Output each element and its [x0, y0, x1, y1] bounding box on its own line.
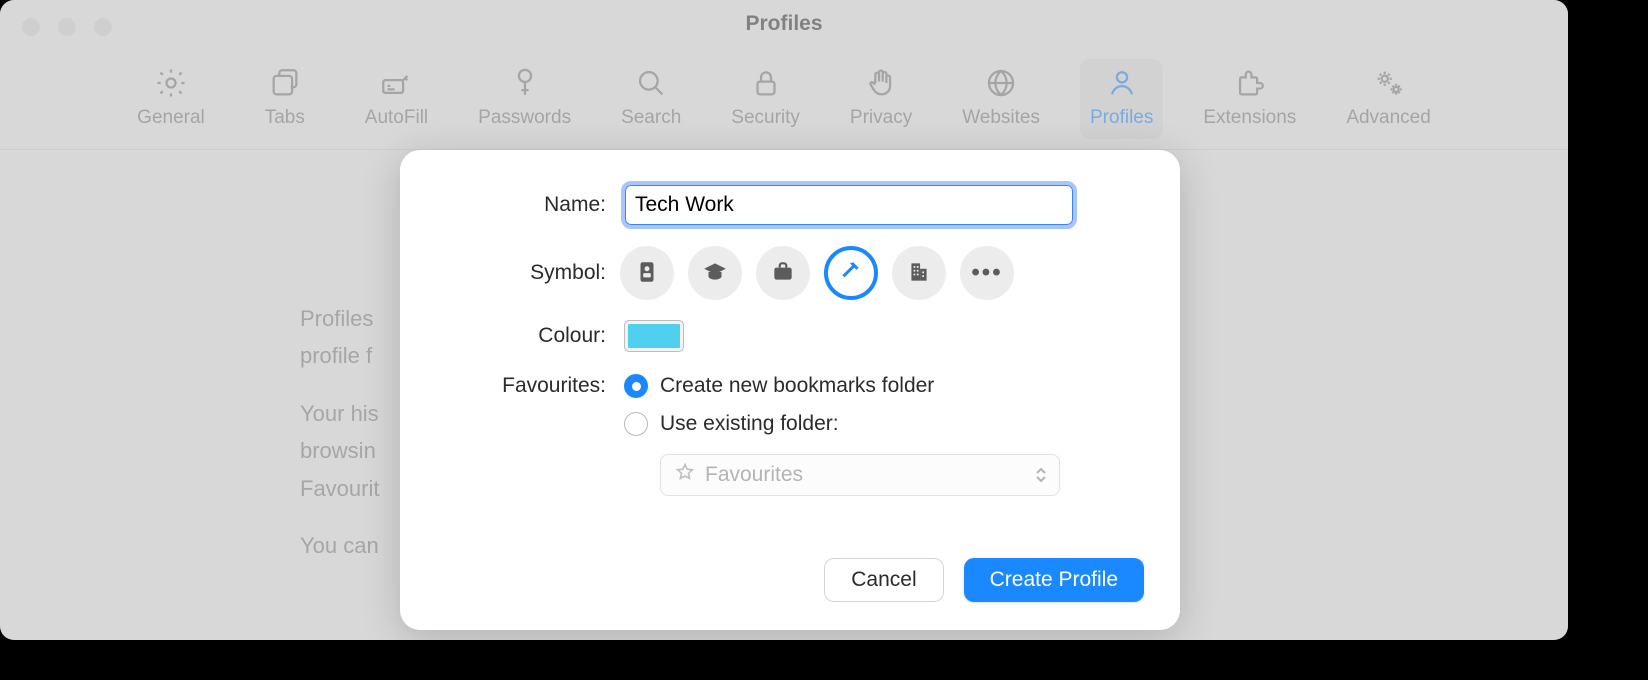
name-label: Name:	[436, 193, 606, 217]
preferences-window: Profiles General Tabs AutoFill	[0, 0, 1568, 640]
favourites-label: Favourites:	[436, 372, 606, 398]
graduation-cap-icon	[702, 259, 728, 288]
symbol-graduation[interactable]	[688, 246, 742, 300]
radio-use-existing-folder[interactable]	[624, 412, 648, 436]
symbol-building[interactable]	[892, 246, 946, 300]
symbol-more[interactable]: •••	[960, 246, 1014, 300]
building-icon	[906, 259, 932, 288]
radio-label: Use existing folder:	[660, 412, 839, 436]
profile-name-input[interactable]	[624, 184, 1074, 226]
existing-folder-select[interactable]: Favourites	[660, 454, 1060, 496]
symbol-picker: •••	[620, 246, 1014, 300]
ellipsis-icon: •••	[971, 259, 1002, 287]
favourites-radio-group: Create new bookmarks folder Use existing…	[624, 374, 1060, 496]
folder-select-value: Favourites	[705, 463, 803, 487]
star-icon	[675, 462, 695, 488]
hammer-icon	[838, 259, 864, 288]
symbol-label: Symbol:	[436, 261, 606, 285]
colour-label: Colour:	[436, 324, 606, 348]
cancel-button[interactable]: Cancel	[824, 558, 943, 602]
briefcase-icon	[770, 259, 796, 288]
symbol-hammer[interactable]	[824, 246, 878, 300]
create-profile-button[interactable]: Create Profile	[964, 558, 1144, 602]
create-profile-dialog: Name: Symbol:	[400, 150, 1180, 630]
dialog-buttons: Cancel Create Profile	[824, 558, 1144, 602]
colour-picker[interactable]	[624, 320, 684, 352]
radio-create-new-folder[interactable]	[624, 374, 648, 398]
radio-label: Create new bookmarks folder	[660, 374, 934, 398]
symbol-id-card[interactable]	[620, 246, 674, 300]
chevron-updown-icon	[1035, 467, 1047, 483]
id-card-icon	[634, 259, 660, 288]
symbol-briefcase[interactable]	[756, 246, 810, 300]
